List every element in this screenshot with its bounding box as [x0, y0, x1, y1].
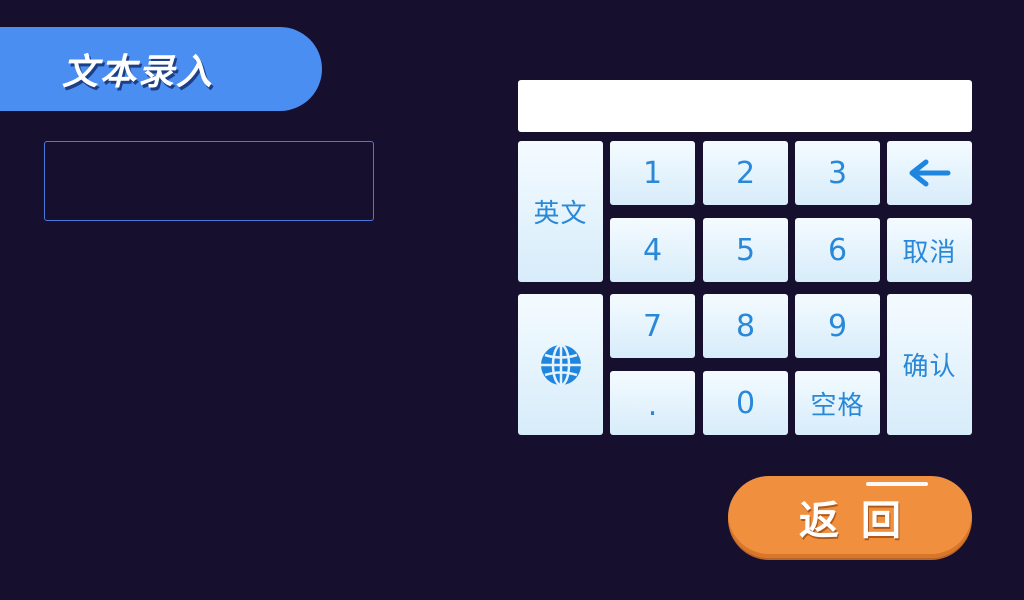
backspace-key[interactable] — [887, 141, 972, 205]
return-button-label: 返回 — [799, 498, 923, 544]
key-0[interactable]: 0 — [703, 371, 788, 435]
confirm-key[interactable]: 确认 — [887, 294, 972, 435]
cancel-key[interactable]: 取消 — [887, 218, 972, 282]
key-2[interactable]: 2 — [703, 141, 788, 205]
left-arrow-icon — [909, 159, 950, 187]
key-8[interactable]: 8 — [703, 294, 788, 358]
english-mode-label: 英文 — [533, 199, 588, 229]
page-title: 文本录入 — [62, 52, 215, 93]
globe-icon — [540, 343, 581, 386]
text-entry-screen: 文本录入 英文 1 2 3 4 5 6 取消 7 8 9 确认 . 0 空格 返… — [0, 0, 1024, 600]
language-globe-key[interactable] — [518, 294, 603, 435]
key-3[interactable]: 3 — [795, 141, 880, 205]
dot-key[interactable]: . — [610, 371, 695, 435]
key-6-label: 6 — [827, 232, 848, 268]
key-7-label: 7 — [642, 308, 663, 344]
confirm-label: 确认 — [902, 352, 957, 382]
keypad-input-field[interactable] — [518, 80, 972, 132]
english-mode-key[interactable]: 英文 — [518, 141, 603, 282]
key-4[interactable]: 4 — [610, 218, 695, 282]
return-button[interactable]: 返回 — [728, 476, 972, 558]
key-9[interactable]: 9 — [795, 294, 880, 358]
key-3-label: 3 — [827, 155, 848, 191]
dot-label: . — [647, 388, 658, 423]
key-6[interactable]: 6 — [795, 218, 880, 282]
return-button-highlight — [866, 482, 928, 486]
text-display-field[interactable] — [44, 141, 374, 221]
space-label: 空格 — [810, 390, 865, 421]
key-5[interactable]: 5 — [703, 218, 788, 282]
space-key[interactable]: 空格 — [795, 371, 880, 435]
key-0-label: 0 — [735, 385, 756, 421]
key-1-label: 1 — [642, 155, 663, 191]
key-7[interactable]: 7 — [610, 294, 695, 358]
key-5-label: 5 — [735, 232, 756, 268]
key-2-label: 2 — [735, 155, 756, 191]
cancel-label: 取消 — [902, 237, 957, 268]
key-4-label: 4 — [642, 232, 663, 268]
key-9-label: 9 — [827, 308, 848, 344]
key-1[interactable]: 1 — [610, 141, 695, 205]
title-banner: 文本录入 — [0, 27, 322, 111]
key-8-label: 8 — [735, 308, 756, 344]
